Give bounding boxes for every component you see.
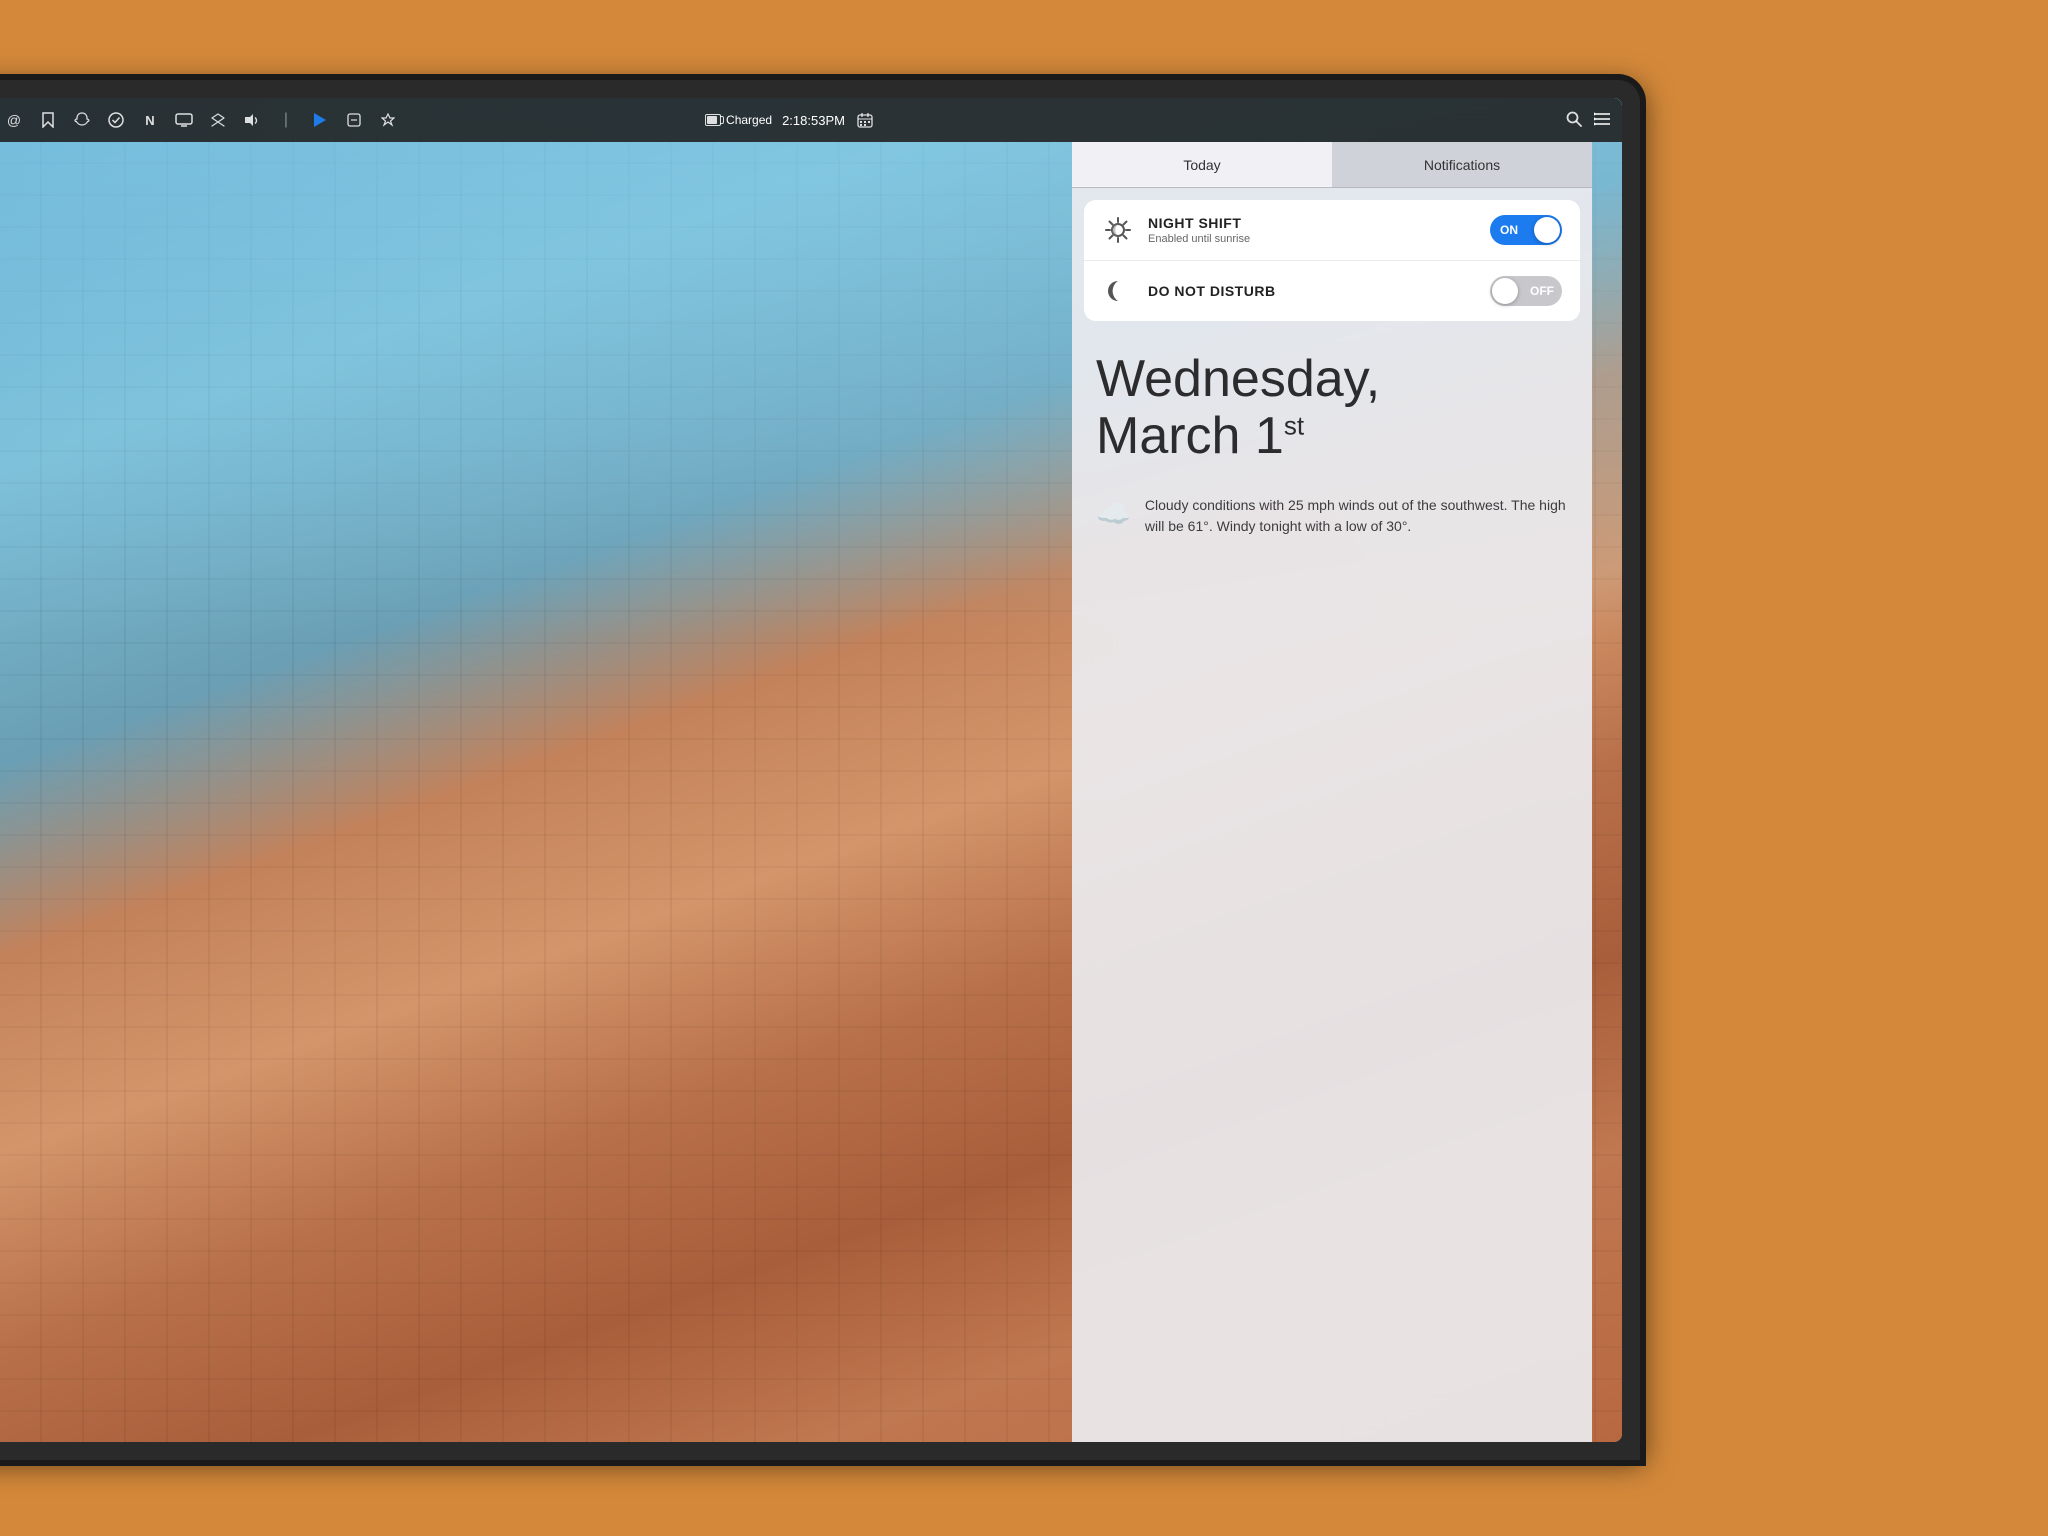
date-display: Wednesday, March 1st — [1096, 351, 1568, 465]
bookmark-menubar-icon[interactable] — [38, 110, 58, 130]
nc-content-area: NIGHT SHIFT Enabled until sunrise ON — [1072, 188, 1592, 1442]
day-name: Wednesday, — [1096, 350, 1380, 408]
dnd-row: DO NOT DISTURB OFF — [1084, 260, 1580, 321]
nc-tab-bar: Today Notifications — [1072, 142, 1592, 188]
play-menubar-icon[interactable] — [310, 110, 330, 130]
night-shift-title: NIGHT SHIFT — [1148, 215, 1476, 231]
app2-menubar-icon[interactable] — [378, 110, 398, 130]
night-shift-toggle[interactable]: ON — [1490, 215, 1562, 245]
n-menubar-icon[interactable]: N — [140, 110, 160, 130]
battery-indicator[interactable]: Charged — [705, 113, 772, 127]
night-shift-text: NIGHT SHIFT Enabled until sunrise — [1148, 215, 1476, 245]
menubar-center: Charged 2:18:53PM — [705, 110, 875, 130]
tab-today[interactable]: Today — [1072, 142, 1332, 187]
dropbox-menubar-icon[interactable] — [208, 110, 228, 130]
check-menubar-icon[interactable] — [106, 110, 126, 130]
date-superscript: st — [1284, 411, 1304, 441]
dnd-toggle[interactable]: OFF — [1490, 276, 1562, 306]
weather-section: ☁️ Cloudy conditions with 25 mph winds o… — [1072, 485, 1592, 547]
weather-description: Cloudy conditions with 25 mph winds out … — [1145, 495, 1568, 537]
at-menubar-icon[interactable]: @ — [4, 110, 24, 130]
monitor-shell: @ N — [0, 80, 1640, 1460]
calendar-menubar-icon[interactable] — [855, 110, 875, 130]
battery-icon — [705, 114, 721, 126]
clock-display: 2:18:53PM — [782, 113, 845, 128]
dnd-toggle-label: OFF — [1530, 284, 1554, 298]
battery-status-label: Charged — [726, 113, 772, 127]
monitor-menubar-icon[interactable] — [174, 110, 194, 130]
dnd-title: DO NOT DISTURB — [1148, 283, 1476, 299]
app1-menubar-icon[interactable] — [344, 110, 364, 130]
night-shift-icon — [1102, 214, 1134, 246]
screen: @ N — [0, 98, 1622, 1442]
night-shift-subtitle: Enabled until sunrise — [1148, 233, 1476, 245]
list-menubar-icon[interactable] — [1594, 112, 1610, 129]
night-shift-toggle-label: ON — [1500, 223, 1518, 237]
menubar: @ N — [0, 98, 1622, 142]
divider-menubar: | — [276, 110, 296, 130]
notification-center-panel: Today Notifications — [1072, 142, 1592, 1442]
menubar-left: @ N — [0, 110, 705, 130]
weather-icon: ☁️ — [1096, 497, 1131, 530]
dnd-toggle-knob — [1492, 278, 1518, 304]
month-day: March 1 — [1096, 407, 1284, 465]
dnd-icon — [1102, 275, 1134, 307]
night-shift-toggle-knob — [1534, 217, 1560, 243]
date-section: Wednesday, March 1st — [1072, 321, 1592, 485]
night-shift-row: NIGHT SHIFT Enabled until sunrise ON — [1084, 200, 1580, 260]
snapchat-menubar-icon[interactable] — [72, 110, 92, 130]
search-menubar-icon[interactable] — [1566, 111, 1582, 130]
volume-menubar-icon[interactable] — [242, 110, 262, 130]
dnd-text: DO NOT DISTURB — [1148, 283, 1476, 299]
menubar-right — [875, 111, 1610, 130]
tab-notifications[interactable]: Notifications — [1332, 142, 1592, 187]
toggle-card: NIGHT SHIFT Enabled until sunrise ON — [1084, 200, 1580, 321]
